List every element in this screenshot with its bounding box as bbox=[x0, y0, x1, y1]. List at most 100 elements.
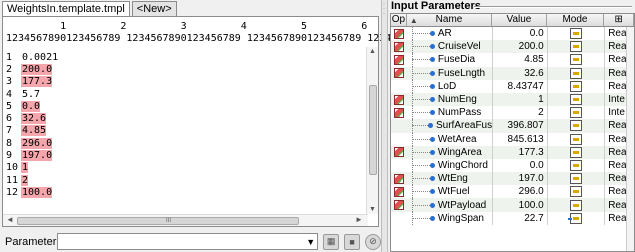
table-row[interactable]: WtFuel 296.0 Real bbox=[391, 185, 634, 199]
input-mode-icon[interactable] bbox=[567, 212, 582, 224]
col-op[interactable]: Op bbox=[391, 14, 407, 26]
parameter-value[interactable]: 8.43747 bbox=[492, 79, 547, 93]
input-mode-icon[interactable] bbox=[569, 120, 582, 132]
mode-cell[interactable] bbox=[546, 158, 605, 173]
scroll-left-icon[interactable]: ◄ bbox=[6, 215, 14, 224]
parameter-value[interactable]: 100.0 bbox=[492, 198, 547, 212]
table-row[interactable]: AR 0.0 Real bbox=[391, 27, 634, 41]
scroll-down-icon[interactable]: ▼ bbox=[369, 206, 376, 213]
op-cell[interactable] bbox=[391, 133, 407, 146]
parameter-value[interactable]: 197.0 bbox=[492, 172, 547, 186]
parameter-field[interactable]: 4.85 bbox=[21, 125, 47, 137]
panel-splitter[interactable]: · · · bbox=[381, 0, 388, 252]
table-row[interactable]: FuseDia 4.85 Real bbox=[391, 53, 634, 67]
parameter-dropdown[interactable]: ▼ bbox=[56, 233, 319, 250]
parameter-field[interactable]: 296.0 bbox=[21, 137, 53, 149]
template-line[interactable]: 12 100.0 bbox=[3, 186, 368, 198]
table-row[interactable]: WtEng 197.0 Real bbox=[391, 172, 634, 186]
template-line[interactable]: 11 2 bbox=[3, 174, 368, 186]
parameter-value[interactable]: 22.7 bbox=[492, 211, 547, 225]
op-cell[interactable] bbox=[391, 119, 407, 132]
mode-cell[interactable] bbox=[546, 106, 605, 120]
op-cell[interactable] bbox=[391, 212, 407, 225]
table-row[interactable]: SurfAreaFus 396.807 Real bbox=[391, 119, 634, 133]
parameter-field[interactable]: 197.0 bbox=[21, 150, 53, 162]
parameter-value[interactable]: 177.3 bbox=[492, 145, 547, 159]
parameter-value[interactable]: 32.6 bbox=[492, 66, 547, 80]
parameter-value[interactable]: 845.613 bbox=[492, 132, 547, 146]
input-mode-icon[interactable] bbox=[569, 80, 582, 92]
mode-cell[interactable] bbox=[546, 198, 605, 212]
line-text[interactable]: 0.0021 bbox=[21, 52, 58, 63]
template-line[interactable]: 9 197.0 bbox=[3, 149, 368, 162]
parameter-field[interactable]: 32.6 bbox=[21, 113, 47, 125]
col-type[interactable]: ⊞ bbox=[604, 14, 634, 26]
scroll-up-icon[interactable]: ▲ bbox=[369, 48, 376, 55]
op-cell[interactable] bbox=[391, 80, 407, 93]
mode-cell[interactable] bbox=[546, 92, 605, 107]
parameter-field[interactable]: 100.0 bbox=[21, 186, 53, 198]
op-cell[interactable] bbox=[391, 198, 407, 211]
pencil-icon[interactable] bbox=[393, 54, 404, 65]
op-cell[interactable] bbox=[391, 27, 407, 40]
table-row[interactable]: FuseLngth 32.6 Real bbox=[391, 66, 634, 80]
parameter-field[interactable]: 177.3 bbox=[21, 76, 53, 88]
vertical-scroll-thumb[interactable] bbox=[369, 85, 377, 175]
parameter-value[interactable]: 296.0 bbox=[492, 185, 547, 199]
template-line[interactable]: 3 177.3 bbox=[3, 76, 368, 88]
op-cell[interactable] bbox=[391, 93, 407, 106]
horizontal-scroll-thumb[interactable]: III bbox=[17, 217, 299, 225]
table-row[interactable]: WtPayload 100.0 Real bbox=[391, 198, 634, 212]
table-row[interactable]: NumPass 2 Inte bbox=[391, 106, 634, 120]
op-cell[interactable] bbox=[391, 159, 407, 172]
mode-cell[interactable] bbox=[546, 27, 605, 41]
template-line[interactable]: 8 296.0 bbox=[3, 137, 368, 149]
op-cell[interactable] bbox=[391, 67, 407, 80]
input-mode-icon[interactable] bbox=[569, 199, 582, 211]
input-mode-icon[interactable] bbox=[569, 54, 582, 66]
mode-cell[interactable] bbox=[546, 119, 605, 133]
op-cell[interactable] bbox=[391, 146, 407, 159]
parameter-field[interactable]: 1 bbox=[21, 162, 29, 174]
table-row[interactable]: WingArea 177.3 Real bbox=[391, 145, 634, 159]
parameter-field[interactable]: 0.0 bbox=[21, 100, 41, 112]
template-line[interactable]: 4 5.7 bbox=[3, 88, 368, 100]
editor-horizontal-scrollbar[interactable]: ◄ III ► bbox=[3, 214, 368, 226]
table-row[interactable]: WetArea 845.613 Real bbox=[391, 132, 634, 146]
pencil-icon[interactable] bbox=[393, 173, 404, 184]
pencil-icon[interactable] bbox=[393, 147, 404, 158]
input-mode-icon[interactable] bbox=[569, 94, 582, 106]
col-mode[interactable]: Mode bbox=[547, 14, 605, 26]
table-row[interactable]: NumEng 1 Inte bbox=[391, 92, 634, 107]
pencil-icon[interactable] bbox=[393, 200, 404, 211]
remove-parameter-button[interactable]: ■ bbox=[344, 233, 361, 250]
op-cell[interactable] bbox=[391, 53, 407, 66]
template-line[interactable]: 2 200.0 bbox=[3, 63, 368, 75]
chevron-down-icon[interactable]: ▼ bbox=[306, 237, 315, 247]
mode-cell[interactable] bbox=[546, 172, 605, 186]
input-mode-icon[interactable] bbox=[569, 186, 582, 198]
scroll-right-icon[interactable]: ► bbox=[355, 215, 363, 224]
mode-cell[interactable] bbox=[546, 66, 605, 80]
parameter-value[interactable]: 4.85 bbox=[492, 53, 547, 67]
mode-cell[interactable] bbox=[546, 132, 605, 146]
pencil-icon[interactable] bbox=[393, 94, 404, 105]
tab-new[interactable]: <New> bbox=[131, 1, 177, 17]
pencil-icon[interactable] bbox=[393, 28, 404, 39]
cancel-button[interactable]: ⊘ bbox=[365, 233, 381, 250]
input-mode-icon[interactable] bbox=[569, 28, 582, 40]
input-mode-icon[interactable] bbox=[569, 41, 582, 53]
parameter-value[interactable]: 0.0 bbox=[492, 27, 547, 41]
parameter-value[interactable]: 1 bbox=[492, 92, 547, 107]
table-row[interactable]: CruiseVel 200.0 Real bbox=[391, 40, 634, 54]
col-value[interactable]: Value bbox=[492, 14, 547, 26]
mode-cell[interactable] bbox=[546, 40, 605, 54]
table-row[interactable]: LoD 8.43747 Real bbox=[391, 79, 634, 93]
mode-cell[interactable] bbox=[546, 53, 605, 67]
parameter-field[interactable]: 200.0 bbox=[21, 63, 53, 75]
op-cell[interactable] bbox=[391, 185, 407, 198]
op-cell[interactable] bbox=[391, 172, 407, 185]
mode-cell[interactable] bbox=[546, 185, 605, 199]
pencil-icon[interactable] bbox=[393, 186, 404, 197]
template-line[interactable]: 1 0.0021 bbox=[3, 51, 368, 63]
